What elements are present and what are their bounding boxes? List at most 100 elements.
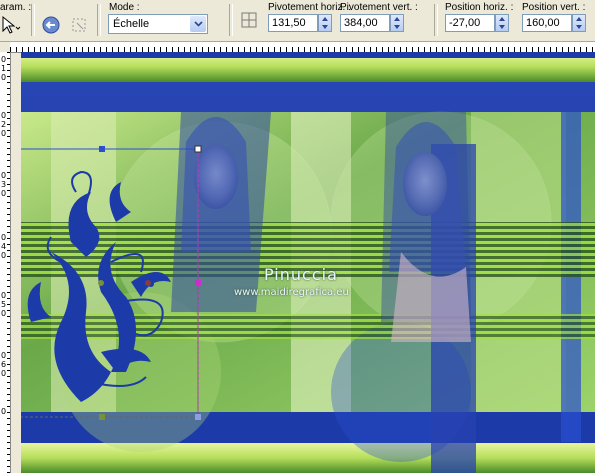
ruler-digit: 0: [1, 73, 7, 82]
ruler-tick: [7, 118, 10, 119]
presets-label: aram. :: [0, 2, 32, 13]
ruler-tick: [7, 316, 10, 317]
ruler-tick: [7, 364, 10, 365]
ruler-tick: [7, 106, 10, 107]
image-canvas[interactable]: Pinuccia www.maidiregrafica.eu: [21, 52, 595, 473]
ruler-tick: [7, 112, 10, 113]
ruler-tick: [7, 442, 10, 443]
ruler-tick: [7, 124, 10, 125]
pos-h-input[interactable]: [445, 14, 495, 32]
ruler-tick: [7, 298, 10, 299]
pos-v-input[interactable]: [522, 14, 572, 32]
ruler-tick: [7, 322, 10, 323]
ruler-tick: [7, 58, 10, 59]
ruler-tick: [7, 52, 10, 53]
ruler-tick: [7, 226, 10, 227]
ruler-tick: [7, 448, 10, 449]
ruler-digit: 3: [1, 180, 7, 189]
mode-select[interactable]: Échelle: [108, 14, 208, 34]
ruler-tick: [7, 394, 10, 395]
ruler-tick: [7, 304, 10, 305]
ruler-digit: 0: [1, 171, 7, 180]
ruler-tick: [7, 154, 10, 155]
ruler-tick: [7, 196, 10, 197]
ruler-tick: [7, 436, 10, 437]
spin-arrows-icon[interactable]: [318, 14, 332, 32]
ruler-tick: [7, 166, 10, 167]
ruler-tick: [7, 382, 10, 383]
ruler-tick: [7, 274, 10, 275]
ruler-tick: [7, 238, 10, 239]
grid-icon[interactable]: [239, 10, 259, 30]
ruler-digit: 2: [1, 120, 7, 129]
ruler-tick: [7, 160, 10, 161]
ruler-tick: [7, 460, 10, 461]
ruler-tick: [7, 406, 10, 407]
handle-top-right: [194, 145, 202, 153]
ruler-tick: [7, 184, 10, 185]
spin-arrows-icon[interactable]: [495, 14, 509, 32]
pos-v-label: Position vert. :: [522, 2, 586, 13]
mode-value: Échelle: [113, 18, 150, 30]
ruler-tick: [7, 400, 10, 401]
ruler-tick: [7, 136, 10, 137]
ruler-tick: [7, 148, 10, 149]
ruler-digit: 0: [1, 351, 7, 360]
ruler-tick: [7, 310, 10, 311]
ruler-tick: [7, 292, 10, 293]
pivot-h-input[interactable]: [268, 14, 318, 32]
ruler-tick: [7, 430, 10, 431]
ruler-digit: 0: [1, 251, 7, 260]
ruler-tick: [7, 340, 10, 341]
reset-icon[interactable]: [40, 14, 62, 36]
pivot-point-2: [145, 280, 151, 286]
ruler-digit: 0: [1, 55, 7, 64]
ruler-digit: 0: [1, 407, 7, 416]
ruler-tick: [7, 334, 10, 335]
artwork: [21, 52, 595, 473]
pivot-h-label: Pivotement horiz. :: [268, 2, 351, 13]
pivot-v-input[interactable]: [340, 14, 390, 32]
ruler-tick: [7, 202, 10, 203]
ruler-tick: [7, 82, 10, 83]
toolbar-separator: [31, 4, 35, 36]
ruler-digit: 0: [1, 369, 7, 378]
pointer-tool-icon[interactable]: [0, 14, 22, 36]
ruler-digit: 0: [1, 189, 7, 198]
ruler-tick: [7, 178, 10, 179]
ruler-tick: [7, 88, 10, 89]
ruler-tick: [7, 376, 10, 377]
ruler-tick: [7, 100, 10, 101]
ruler-digit: 0: [1, 129, 7, 138]
ruler-tick: [7, 190, 10, 191]
ruler-tick: [7, 250, 10, 251]
ruler-tick: [7, 214, 10, 215]
ruler-tick: [7, 328, 10, 329]
mode-label: Mode :: [109, 2, 140, 13]
ruler-tick: [7, 346, 10, 347]
ruler-tick: [7, 76, 10, 77]
handle-top: [99, 146, 105, 152]
ruler-tick: [7, 412, 10, 413]
ruler-digit: 0: [1, 233, 7, 242]
ruler-digit: 0: [1, 309, 7, 318]
ruler-tick: [7, 418, 10, 419]
spin-arrows-icon[interactable]: [390, 14, 404, 32]
ruler-digit: 5: [1, 300, 7, 309]
ruler-tick: [7, 142, 10, 143]
ruler-tick: [7, 220, 10, 221]
toolbar-separator: [434, 4, 438, 36]
spin-arrows-icon[interactable]: [572, 14, 586, 32]
watermark-title: Pinuccia: [264, 265, 338, 284]
watermark-url: www.maidiregrafica.eu: [234, 287, 349, 298]
pivot-point: [98, 280, 104, 286]
handle-bottom-right: [195, 414, 201, 420]
ruler-digit: 0: [1, 111, 7, 120]
ruler-tick: [7, 370, 10, 371]
pos-h-label: Position horiz. :: [445, 2, 514, 13]
chevron-down-icon[interactable]: [190, 16, 206, 32]
transform-icon[interactable]: [68, 14, 90, 36]
ruler-tick: [7, 208, 10, 209]
ruler-tick: [7, 244, 10, 245]
handle-right: [195, 280, 201, 286]
